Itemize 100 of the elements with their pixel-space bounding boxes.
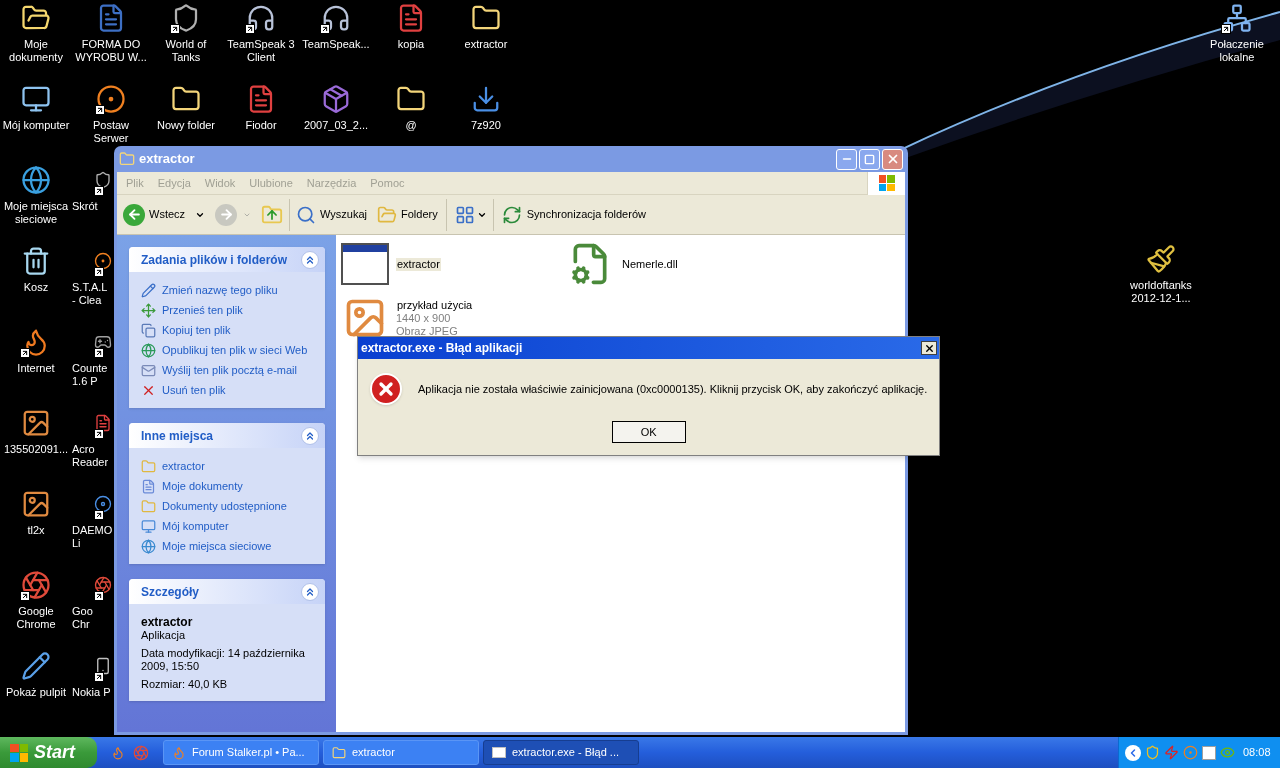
close-icon [923,342,935,354]
aperture-icon[interactable] [94,576,112,594]
file-name[interactable]: Nemerle.dll [621,257,679,271]
desktop-icon-label[interactable]: Mój komputer [2,119,70,132]
aperture-icon[interactable] [21,570,51,600]
back-button[interactable]: Wstecz [119,198,210,231]
monitor-icon[interactable] [21,84,51,114]
search-icon [296,204,317,225]
folder-icon [141,458,156,474]
sync-button[interactable]: Synchronizacja folderów [495,198,652,231]
desktop-icon-label[interactable]: FORMA DO WYROBU W... [75,38,147,64]
collapse-button[interactable] [301,250,319,269]
desktop-icon-label[interactable]: 7z920 [471,119,501,132]
globe-icon [141,538,156,554]
desktop-icon-label[interactable]: tl2x [27,524,45,537]
desktop-icon-label[interactable]: Fiodor [245,119,277,132]
sync-icon [501,204,522,225]
desktop-icon-label[interactable]: @ [405,119,417,132]
task-link[interactable]: Mój komputer [141,516,313,536]
collapse-button[interactable] [301,582,319,601]
desktop-icon-label[interactable]: Kosz [23,281,49,294]
task-link[interactable]: Przenieś ten plik [141,300,313,320]
mail-icon [141,362,156,378]
desktop-icon-label[interactable]: Moje dokumenty [0,38,72,64]
file-name[interactable]: przykład użycia [396,298,474,312]
detail-modified: Data modyfikacji: 14 października 2009, 15:50 [141,647,306,673]
panel-title: Inne miejsca [141,427,214,445]
task-link[interactable]: Opublikuj ten plik w sieci Web [141,340,313,360]
package-icon[interactable] [321,84,351,114]
ok-button[interactable]: OK [611,421,686,443]
trash-icon[interactable] [21,246,51,276]
search-button[interactable]: Wyszukaj [292,198,372,231]
square-icon[interactable] [1202,745,1216,760]
copy-icon [141,322,156,338]
gamepad-icon[interactable] [94,333,112,351]
file-dimensions: 1440 x 900 [396,311,452,325]
file-type: Obraz JPEG [396,324,459,338]
taskbar-task[interactable]: extractor.exe - Błąd ... [483,740,639,765]
desktop-icon-label[interactable]: 135502091... [3,443,69,456]
desktop-icon-label[interactable]: Google Chrome [0,605,72,631]
desktop-icon-label[interactable]: Połaczenie lokalne [1201,38,1273,64]
desktop-icon-label[interactable]: Acro Reader [72,443,114,469]
detail-type: Aplikacja [141,629,187,642]
phone-icon[interactable] [94,657,112,675]
start-button[interactable]: Start [0,737,97,768]
circle-icon[interactable] [96,84,126,114]
desktop-icon-label[interactable]: World of Tanks [150,38,222,64]
image-icon[interactable] [21,408,51,438]
paintbrush-icon[interactable] [1146,244,1176,274]
four-squares-logo-icon [10,743,28,762]
minimize-button[interactable] [836,148,857,170]
close-button[interactable] [921,341,938,355]
headphones-icon[interactable] [321,3,351,33]
desktop-icon-label[interactable]: TeamSpeak... [302,38,370,51]
app-window-icon [341,243,389,285]
download-icon[interactable] [471,84,501,114]
task-link[interactable]: Zmień nazwę tego pliku [141,280,313,300]
maximize-button[interactable] [859,148,880,170]
desktop-icon-label[interactable]: Internet [17,362,55,375]
desktop-icon-label[interactable]: Counte 1.6 P [72,362,114,388]
desktop-icon-label[interactable]: Postaw Serwer [75,119,147,145]
task-link[interactable]: Kopiuj ten plik [141,320,313,340]
taskbar-task[interactable]: Forum Stalker.pl • Pa... [163,740,319,765]
disc-icon[interactable] [94,495,112,513]
detail-size: Rozmiar: 40,0 KB [141,678,229,691]
chevron-left-icon[interactable] [1125,744,1141,761]
task-link[interactable]: Dokumenty udostępnione [141,496,313,516]
desktop-icon-label[interactable]: extractor [464,38,508,51]
file-name[interactable]: extractor [396,257,441,271]
desktop-icon-label[interactable]: Pokaż pulpit [6,686,66,699]
task-link[interactable]: Moje miejsca sieciowe [141,536,313,556]
shield-icon[interactable] [94,171,112,189]
collapse-button[interactable] [301,426,319,445]
desktop-icon-label[interactable]: kopia [397,38,425,51]
globe-icon[interactable] [21,165,51,195]
task-link[interactable]: Wyślij ten plik pocztą e-mail [141,360,313,380]
folder-icon [332,745,346,760]
folders-button[interactable]: Foldery [373,198,447,231]
desktop-icon-label[interactable]: Nowy folder [156,119,216,132]
desktop-icon-label[interactable]: Nokia P [72,686,114,699]
desktop-icon-label[interactable]: TeamSpeak 3 Client [225,38,297,64]
task-link[interactable]: Moje dokumenty [141,476,313,496]
desktop-icon-label[interactable]: Goo Chr [72,605,114,631]
circle-icon[interactable] [94,252,112,270]
taskbar-task[interactable]: extractor [323,740,479,765]
desktop-icon-label[interactable]: worldoftanks 2012-12-1... [1125,279,1197,305]
desktop-icon-label[interactable]: DAEMO Li [72,524,114,550]
desktop-icon-label[interactable]: Moje miejsca sieciowe [0,200,72,226]
task-link[interactable]: Usuń ten plik [141,380,313,400]
headphones-icon[interactable] [246,3,276,33]
desktop-icon-label[interactable]: S.T.A.L - Clea [72,281,114,307]
network-icon[interactable] [1222,3,1252,33]
task-link[interactable]: extractor [141,456,313,476]
desktop-icon-label[interactable]: 2007_03_2... [303,119,369,132]
pencil-icon[interactable] [21,651,51,681]
desktop-icon-label[interactable]: Skrót [72,200,114,213]
image-icon[interactable] [21,489,51,519]
globe-icon [141,342,156,358]
document-icon[interactable] [94,414,112,432]
panel-title: Szczegóły [141,583,200,601]
